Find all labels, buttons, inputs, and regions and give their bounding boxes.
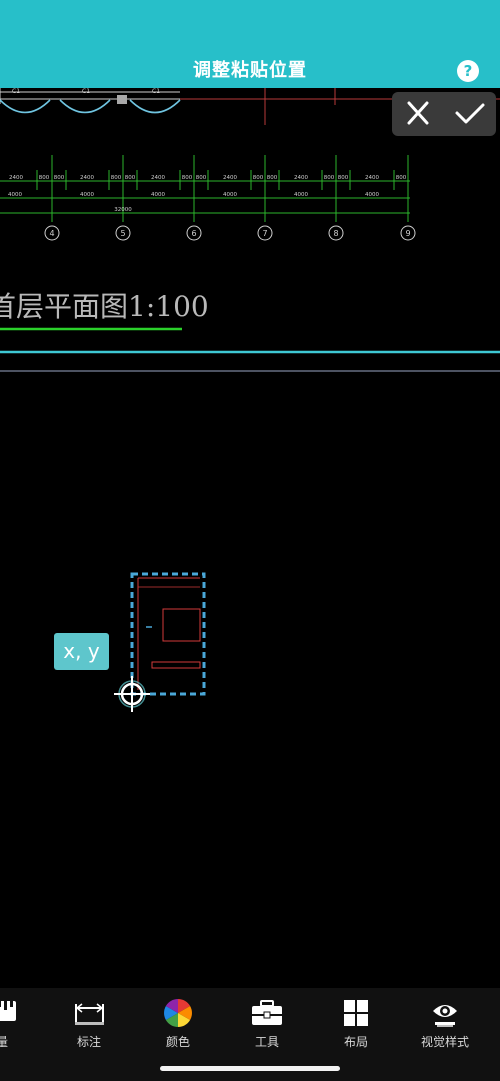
paste-preview[interactable]	[130, 572, 206, 696]
toolbar-label: 标注	[76, 1035, 101, 1049]
toolbar-label: 量	[0, 1035, 8, 1049]
dimension-text: 4000	[365, 192, 379, 198]
column-marker	[117, 95, 127, 104]
help-button[interactable]: ?	[457, 60, 479, 82]
dimension-text: 2400	[223, 175, 237, 181]
dimension-text: 2400	[80, 175, 94, 181]
dimension-text: 4000	[80, 192, 94, 198]
toolbar-item-visual-style[interactable]: 视觉样式	[401, 988, 489, 1058]
check-icon	[455, 103, 485, 124]
toolbar-item-layout[interactable]: 布局	[312, 988, 400, 1058]
toolbox-icon	[252, 1000, 282, 1025]
close-icon	[407, 101, 429, 125]
dimension-text: 800	[111, 175, 122, 181]
dimension-lines	[0, 155, 410, 222]
toolbar-label: 工具	[254, 1035, 279, 1049]
axis-label: 9	[405, 229, 410, 238]
coordinate-input-button[interactable]: x, y	[54, 633, 109, 670]
dimension-text: 800	[196, 175, 207, 181]
cad-canvas[interactable]: C1 C1 C1 2400 800 800 2400 800 800 2400 …	[0, 88, 500, 988]
window-label: C1	[152, 88, 160, 95]
dimension-text: 800	[125, 175, 136, 181]
selection-box[interactable]	[130, 572, 206, 696]
home-indicator[interactable]	[160, 1066, 340, 1071]
eye-icon	[433, 1005, 457, 1027]
toolbar-item-measure[interactable]: 量	[0, 988, 46, 1058]
dimension-text: 4000	[294, 192, 308, 198]
dimension-text: 800	[182, 175, 193, 181]
dimension-text: 4000	[151, 192, 165, 198]
dimension-text: 800	[253, 175, 264, 181]
dimension-text: 2400	[294, 175, 308, 181]
dimension-text: 800	[39, 175, 50, 181]
toolbar-label: 布局	[343, 1035, 368, 1049]
crosshair-icon[interactable]	[114, 676, 150, 712]
dimension-text: 4000	[8, 192, 22, 198]
app-header: 调整粘贴位置 ?	[0, 0, 500, 88]
toolbar-label: 视觉样式	[420, 1035, 469, 1049]
dimension-text: 2400	[9, 175, 23, 181]
axis-label: 4	[49, 229, 54, 238]
drawing-svg: C1 C1 C1 2400 800 800 2400 800 800 2400 …	[0, 88, 500, 712]
ruler-icon	[0, 1001, 16, 1021]
toolbar-label: 颜色	[165, 1035, 190, 1049]
axis-label: 7	[262, 229, 267, 238]
toolbar-item-dimension[interactable]: 标注	[45, 988, 133, 1058]
axis-label: 6	[191, 229, 196, 238]
axis-label: 5	[120, 229, 125, 238]
door-arc	[0, 99, 51, 114]
dimension-text: 800	[54, 175, 65, 181]
color-wheel-icon	[164, 999, 192, 1027]
window-label: C1	[82, 88, 90, 95]
toolbar-item-tools[interactable]: 工具	[223, 988, 311, 1058]
dimension-icon	[75, 1003, 104, 1025]
door-arc	[129, 99, 181, 114]
door-arc	[59, 99, 111, 114]
layout-grid-icon	[344, 1000, 368, 1026]
dimension-text: 2400	[365, 175, 379, 181]
dimension-text: 4000	[223, 192, 237, 198]
dimension-text: 800	[338, 175, 349, 181]
confirm-button[interactable]	[444, 92, 496, 136]
window-label: C1	[12, 88, 20, 95]
page-title: 调整粘贴位置	[193, 60, 307, 81]
axis-label: 8	[333, 229, 338, 238]
dimension-text: 800	[324, 175, 335, 181]
toolbar-item-color[interactable]: 颜色	[134, 988, 222, 1058]
paste-action-bar	[392, 92, 496, 136]
cancel-button[interactable]	[392, 92, 444, 136]
dimension-total: 32000	[114, 207, 132, 213]
dimension-text: 2400	[151, 175, 165, 181]
dimension-text: 800	[396, 175, 407, 181]
dimension-text: 800	[267, 175, 278, 181]
drawing-title: 首层平面图1:100	[0, 290, 209, 323]
